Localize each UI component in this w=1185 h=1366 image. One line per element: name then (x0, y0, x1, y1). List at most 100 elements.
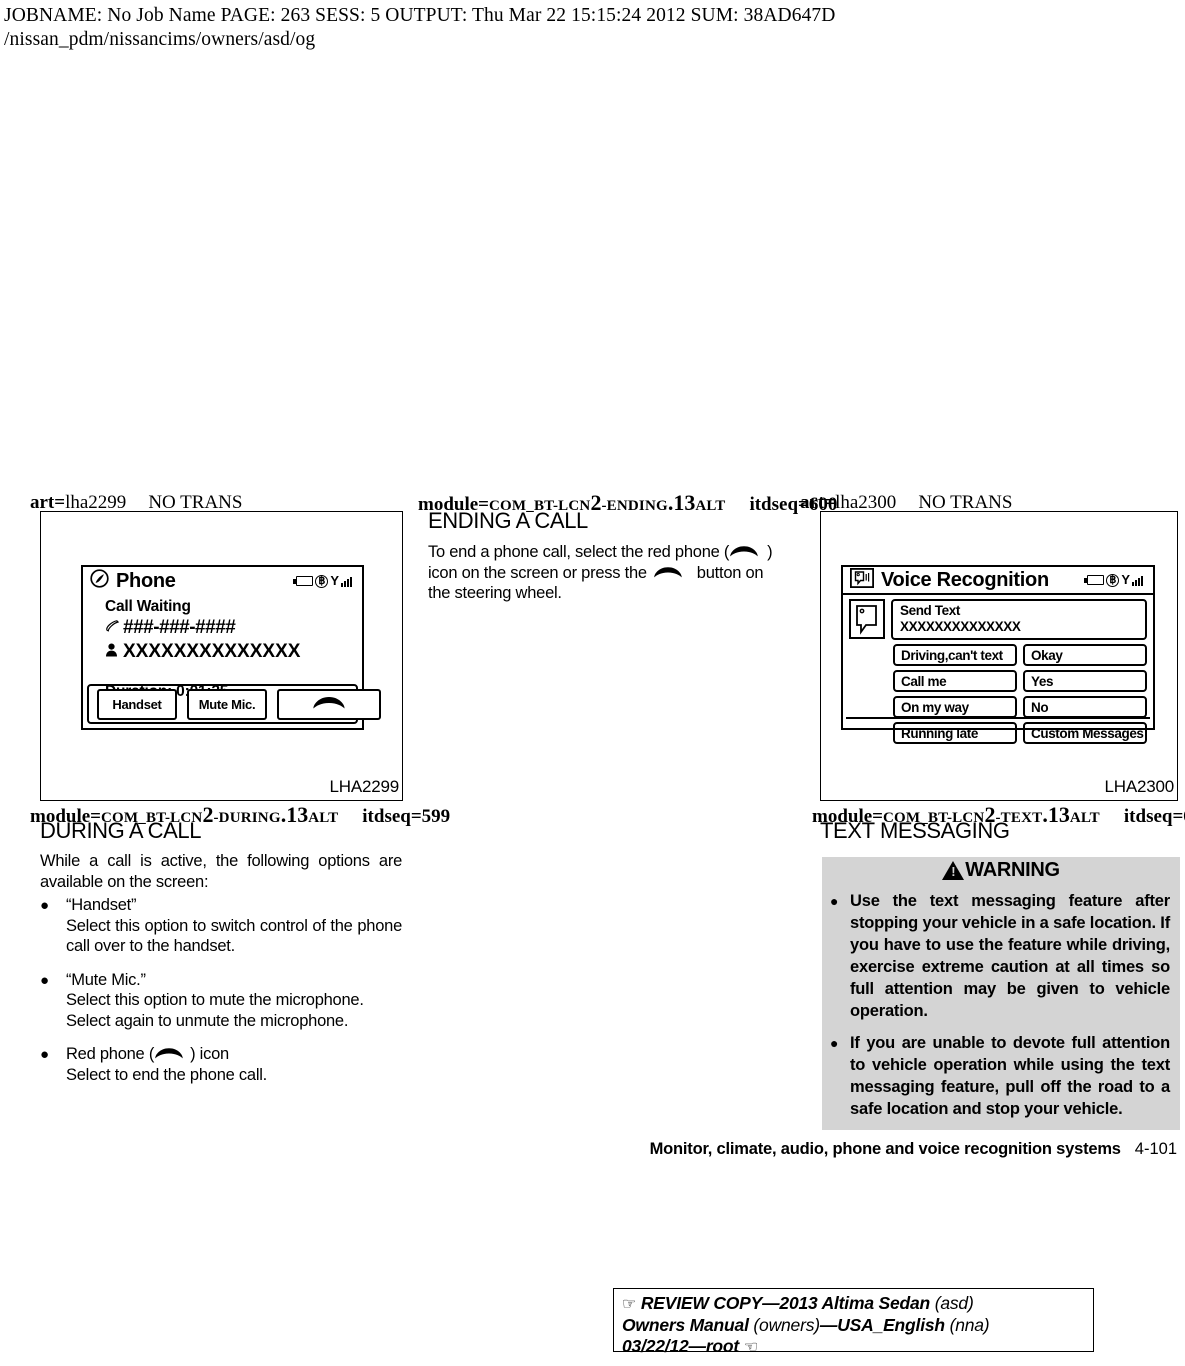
contact-name-row: XXXXXXXXXXXXXX (105, 641, 362, 663)
module-tag-during-sc3: ALT (308, 810, 339, 826)
bullet-marker: ● (830, 893, 839, 909)
art-tag-right-prefix: art= (800, 492, 836, 513)
voice-command-icon (849, 567, 875, 593)
red-phone-icon-inline (729, 545, 759, 558)
vr-option-okay[interactable]: Okay (1023, 644, 1147, 666)
warning-item-1-text: Use the text messaging feature after sto… (850, 892, 1170, 1020)
vr-screen-title-row: Voice Recognition ฿ Υ (843, 567, 1153, 595)
bullet-marker: ● (40, 971, 50, 989)
module-tag-during-itdseq: itdseq=599 (362, 806, 451, 827)
vr-option-on-my-way[interactable]: On my way (893, 696, 1017, 718)
during-a-call-bullets: ● “Handset” Select this option to switch… (40, 895, 402, 1085)
ending-a-call-line3: the steering wheel. (428, 584, 562, 602)
red-phone-icon-inline (154, 1047, 184, 1060)
pointing-hand-icon: ☞ (622, 1296, 637, 1313)
vr-option-driving-cant-text[interactable]: Driving,can't text (893, 644, 1017, 666)
vr-option-custom-messages[interactable]: Custom Messages (1023, 722, 1147, 744)
bullet-red-phone-title-post: ) icon (190, 1045, 229, 1063)
during-a-call-heading: DURING A CALL (40, 818, 202, 843)
job-header-line1: JOBNAME: No Job Name PAGE: 263 SESS: 5 O… (4, 5, 836, 26)
review-copy-nna: (nna) (949, 1315, 990, 1335)
document-icon: ☜ (743, 1339, 758, 1356)
warning-header: WARNING (822, 857, 1180, 884)
ending-a-call-part4: button on (696, 563, 764, 582)
phone-screen-title-row: Phone ฿ Υ (83, 567, 362, 595)
during-a-call-intro: While a call is active, the following op… (40, 852, 402, 891)
send-text-field[interactable]: Send Text XXXXXXXXXXXXXX (891, 599, 1147, 640)
art-id-right: LHA2300 (1104, 777, 1175, 796)
signal-strength-icon: Υ (330, 574, 352, 587)
art-tag-left: art=lha2299 NO TRANS (30, 493, 242, 513)
bullet-red-phone: ● Red phone ( ) icon Select to end the ph… (40, 1044, 402, 1085)
battery-icon (293, 576, 314, 586)
review-copy-line2: Owners Manual (owners)—USA_English (nna) (622, 1315, 1087, 1336)
vr-option-yes[interactable]: Yes (1023, 670, 1147, 692)
ending-a-call-heading: ENDING A CALL (428, 508, 588, 533)
module-tag-text-itdseq: itdseq=601 (1123, 806, 1185, 827)
bullet-handset-body: Select this option to switch control of … (66, 916, 402, 956)
warning-title: WARNING (965, 859, 1060, 881)
bullet-handset: ● “Handset” Select this option to switch… (40, 895, 402, 957)
warning-box: WARNING ● Use the text messaging feature… (822, 857, 1180, 1130)
battery-icon (1084, 575, 1105, 585)
ending-a-call-line1: To end a phone call, select the red phon… (428, 542, 798, 563)
art-tag-left-value: lha2299 (65, 492, 127, 513)
bullet-mute-mic-body: Select this option to mute the microphon… (66, 991, 364, 1030)
vr-option-call-me[interactable]: Call me (893, 670, 1017, 692)
mute-mic-button[interactable]: Mute Mic. (187, 688, 267, 720)
vr-screen-bottom-divider (846, 717, 1150, 725)
phone-icon (90, 569, 109, 593)
illustration-frame-left: Phone ฿ Υ Call Waiting ###-###-#### XXXX… (40, 511, 403, 801)
bullet-red-phone-title-pre: Red phone ( (66, 1045, 155, 1063)
module-tag-text-dot: .13 (1042, 802, 1070, 827)
module-tag-ending-dot: .13 (667, 490, 696, 515)
warning-item-2: ● If you are unable to devote full atten… (830, 1032, 1170, 1120)
ending-a-call-part3: icon on the screen or press the (428, 563, 647, 582)
handset-button[interactable]: Handset (97, 688, 177, 720)
vr-option-no[interactable]: No (1023, 696, 1147, 718)
bullet-mute-mic: ● “Mute Mic.” Select this option to mute… (40, 970, 402, 1032)
art-tag-right: art=lha2300 NO TRANS (800, 493, 1012, 513)
module-tag-text-sc3: ALT (1069, 810, 1100, 826)
vr-option-running-late[interactable]: Running late (893, 722, 1017, 744)
module-tag-ending-sc3: ALT (695, 498, 726, 514)
review-copy-date: 03/22/12—root (622, 1336, 740, 1356)
speech-bubble-icon (849, 599, 885, 639)
art-id-left: LHA2299 (329, 777, 400, 796)
ending-a-call-line2: icon on the screen or press the button on (428, 563, 798, 584)
red-phone-icon (312, 696, 346, 713)
page-footer: Monitor, climate, audio, phone and voice… (0, 1140, 1185, 1159)
art-tag-left-status: NO TRANS (148, 492, 243, 513)
module-tag-ending-sc2: -ENDING (601, 498, 668, 514)
art-tag-left-prefix: art= (30, 492, 66, 513)
review-copy-language: —USA_English (819, 1315, 945, 1335)
text-messaging-heading: TEXT MESSAGING (820, 818, 1010, 843)
end-call-button[interactable] (277, 688, 381, 720)
warning-item-1: ● Use the text messaging feature after s… (830, 890, 1170, 1022)
review-copy-title: REVIEW COPY—2013 Altima Sedan (640, 1293, 931, 1313)
review-copy-owners: (owners) (753, 1315, 820, 1335)
job-header: JOBNAME: No Job Name PAGE: 263 SESS: 5 O… (4, 4, 1164, 51)
bluetooth-icon: ฿ (315, 574, 329, 588)
bullet-mute-mic-title: “Mute Mic.” (66, 970, 146, 989)
art-tag-right-value: lha2300 (835, 492, 897, 513)
review-copy-box: ☞ REVIEW COPY—2013 Altima Sedan (asd) Ow… (613, 1288, 1094, 1356)
job-header-line2: /nissan_pdm/nissancims/owners/asd/og (4, 29, 316, 50)
review-copy-line3: 03/22/12—root ☜ (622, 1336, 1087, 1358)
bullet-red-phone-body: Select to end the phone call. (66, 1065, 267, 1084)
review-copy-asd: (asd) (934, 1293, 974, 1313)
footer-page-number: 4-101 (1134, 1140, 1177, 1158)
ending-a-call-part2: ) (767, 543, 773, 561)
module-tag-during-big1: 2 (202, 802, 214, 827)
call-waiting-label: Call Waiting (105, 598, 191, 615)
footer-section-title: Monitor, climate, audio, phone and voice… (649, 1140, 1121, 1158)
vr-option-grid: Driving,can't text Okay Call me Yes On m… (893, 644, 1147, 744)
ending-a-call-paragraph: To end a phone call, select the red phon… (428, 542, 798, 604)
module-tag-ending-big1: 2 (590, 490, 602, 515)
bluetooth-icon: ฿ (1106, 573, 1120, 587)
bullet-marker: ● (40, 1046, 50, 1063)
bullet-marker: ● (830, 1035, 839, 1051)
warning-body: ● Use the text messaging feature after s… (822, 884, 1180, 1130)
module-tag-during-dot: .13 (280, 802, 309, 827)
art-tag-right-status: NO TRANS (918, 492, 1013, 513)
